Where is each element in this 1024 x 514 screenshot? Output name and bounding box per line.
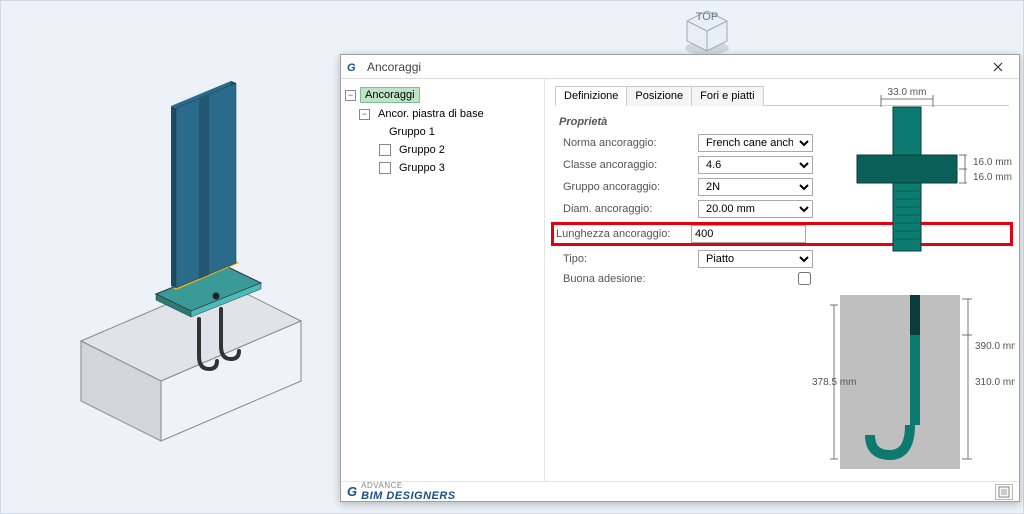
select-anchor-group[interactable]: 2N <box>698 178 813 196</box>
input-anchor-length[interactable] <box>691 225 806 243</box>
svg-text:390.0 mm: 390.0 mm <box>975 341 1015 352</box>
tree-group-2[interactable]: Gruppo 2 <box>345 141 540 159</box>
label-anchor-group: Gruppo ancoraggio: <box>563 181 698 193</box>
tree-group-1[interactable]: Gruppo 1 <box>345 123 540 141</box>
tab-definition[interactable]: Definizione <box>555 86 627 106</box>
label-anchor-length: Lunghezza ancoraggio: <box>556 228 691 240</box>
svg-text:G: G <box>347 62 356 74</box>
help-button[interactable] <box>995 484 1013 500</box>
tree-group-label[interactable]: Gruppo 1 <box>385 125 439 139</box>
tab-position[interactable]: Posizione <box>626 86 692 106</box>
anchors-dialog: G Ancoraggi − Ancoraggi − Ancor. piastra… <box>340 54 1020 502</box>
label-anchor-class: Classe ancoraggio: <box>563 159 698 171</box>
dialog-title: Ancoraggi <box>367 60 981 74</box>
row-good-adhesion: Buona adesione: <box>555 272 1009 285</box>
checkbox[interactable] <box>379 162 391 174</box>
tree-baseplate[interactable]: − Ancor. piastra di base <box>345 105 540 123</box>
anchor-side-diagram: 378.5 mm 390.0 mm 310.0 mm <box>810 287 1015 477</box>
label-good-adhesion: Buona adesione: <box>563 273 698 285</box>
tab-holes-plates[interactable]: Fori e piatti <box>691 86 763 106</box>
select-anchor-class[interactable]: 4.6 <box>698 156 813 174</box>
svg-text:33.0 mm: 33.0 mm <box>888 87 927 98</box>
dialog-titlebar[interactable]: G Ancoraggi <box>341 55 1019 79</box>
tree-group-label[interactable]: Gruppo 2 <box>395 143 449 157</box>
anchor-top-diagram: 33.0 mm <box>835 85 1015 255</box>
select-anchor-standard[interactable]: French cane anchor <box>698 134 813 152</box>
svg-text:378.5 mm: 378.5 mm <box>812 377 856 388</box>
svg-text:16.0 mm: 16.0 mm <box>973 157 1012 168</box>
checkbox-good-adhesion[interactable] <box>798 272 811 285</box>
tree-group-3[interactable]: Gruppo 3 <box>345 159 540 177</box>
close-button[interactable] <box>981 56 1015 78</box>
svg-text:TOP: TOP <box>696 11 718 23</box>
label-anchor-diameter: Diam. ancoraggio: <box>563 203 698 215</box>
label-anchor-type: Tipo: <box>563 253 698 265</box>
collapse-icon[interactable]: − <box>345 90 356 101</box>
select-anchor-type[interactable]: Piatto <box>698 250 813 268</box>
properties-panel: Definizione Posizione Fori e piatti Prop… <box>545 79 1019 481</box>
tree-baseplate-label[interactable]: Ancor. piastra di base <box>374 107 488 121</box>
tree-root-label[interactable]: Ancoraggi <box>360 87 420 103</box>
app-icon: G <box>347 60 361 74</box>
collapse-icon[interactable]: − <box>359 109 370 120</box>
tree-group-label[interactable]: Gruppo 3 <box>395 161 449 175</box>
tree-panel: − Ancoraggi − Ancor. piastra di base Gru… <box>341 79 545 481</box>
checkbox[interactable] <box>379 144 391 156</box>
brand-logo: G ADVANCE BIM DESIGNERS <box>347 481 456 502</box>
dialog-footer: G ADVANCE BIM DESIGNERS <box>341 481 1019 501</box>
model-3d <box>61 61 321 464</box>
tree-root[interactable]: − Ancoraggi <box>345 85 540 105</box>
viewcube[interactable]: TOP <box>677 6 737 61</box>
label-anchor-standard: Norma ancoraggio: <box>563 137 698 149</box>
svg-text:16.0 mm: 16.0 mm <box>973 172 1012 183</box>
svg-text:310.0 mm: 310.0 mm <box>975 377 1015 388</box>
select-anchor-diameter[interactable]: 20.00 mm <box>698 200 813 218</box>
